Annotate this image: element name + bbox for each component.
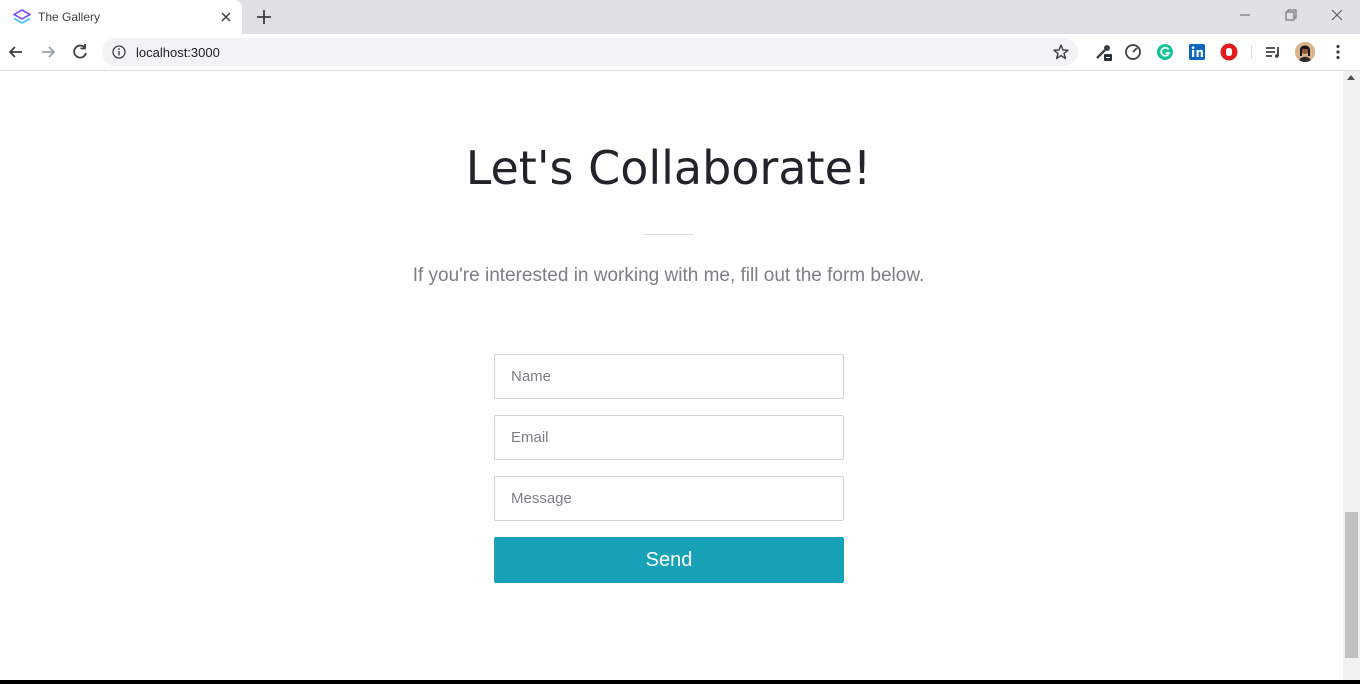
plus-icon[interactable]: [255, 8, 273, 26]
arrow-right-icon[interactable]: [38, 42, 58, 62]
minimize-icon[interactable]: [1237, 7, 1253, 23]
speedometer-icon[interactable]: [1123, 42, 1143, 62]
heading-divider: [644, 234, 694, 235]
tab-title: The Gallery: [38, 10, 101, 24]
name-input[interactable]: [494, 354, 844, 399]
page-scrollbar[interactable]: [1343, 71, 1360, 680]
address-bar[interactable]: localhost:3000: [102, 38, 1078, 66]
eyedropper-icon[interactable]: [1093, 42, 1113, 62]
layers-icon: [13, 9, 31, 24]
grammarly-icon[interactable]: [1155, 42, 1175, 62]
scroll-up-arrow-icon[interactable]: [1347, 75, 1355, 80]
browser-tab[interactable]: The Gallery: [0, 0, 242, 34]
message-input[interactable]: [494, 476, 844, 521]
linkedin-icon[interactable]: [1187, 42, 1207, 62]
browser-toolbar: localhost:3000: [0, 34, 1360, 70]
send-button[interactable]: Send: [494, 537, 844, 583]
window-close-icon[interactable]: [1329, 7, 1345, 23]
contact-subtitle: If you're interested in working with me,…: [412, 265, 925, 286]
stop-hand-icon[interactable]: [1219, 42, 1239, 62]
url-text[interactable]: localhost:3000: [136, 45, 220, 60]
media-queue-icon[interactable]: [1263, 42, 1283, 62]
tab-strip: The Gallery: [0, 0, 1360, 34]
toolbar-separator: [1251, 45, 1252, 59]
arrow-left-icon[interactable]: [6, 42, 26, 62]
page-content: Let's Collaborate! If you're interested …: [0, 71, 1343, 680]
taskbar-edge: [0, 680, 1360, 684]
email-input[interactable]: [494, 415, 844, 460]
avatar-icon[interactable]: [1295, 42, 1315, 62]
contact-heading: Let's Collaborate!: [465, 141, 872, 195]
reload-icon[interactable]: [70, 42, 90, 62]
info-icon[interactable]: [112, 45, 126, 59]
star-icon[interactable]: [1052, 43, 1070, 61]
close-icon[interactable]: [218, 9, 234, 25]
scrollbar-thumb[interactable]: [1345, 512, 1358, 658]
kebab-menu-icon[interactable]: [1328, 42, 1348, 62]
restore-icon[interactable]: [1283, 7, 1299, 23]
